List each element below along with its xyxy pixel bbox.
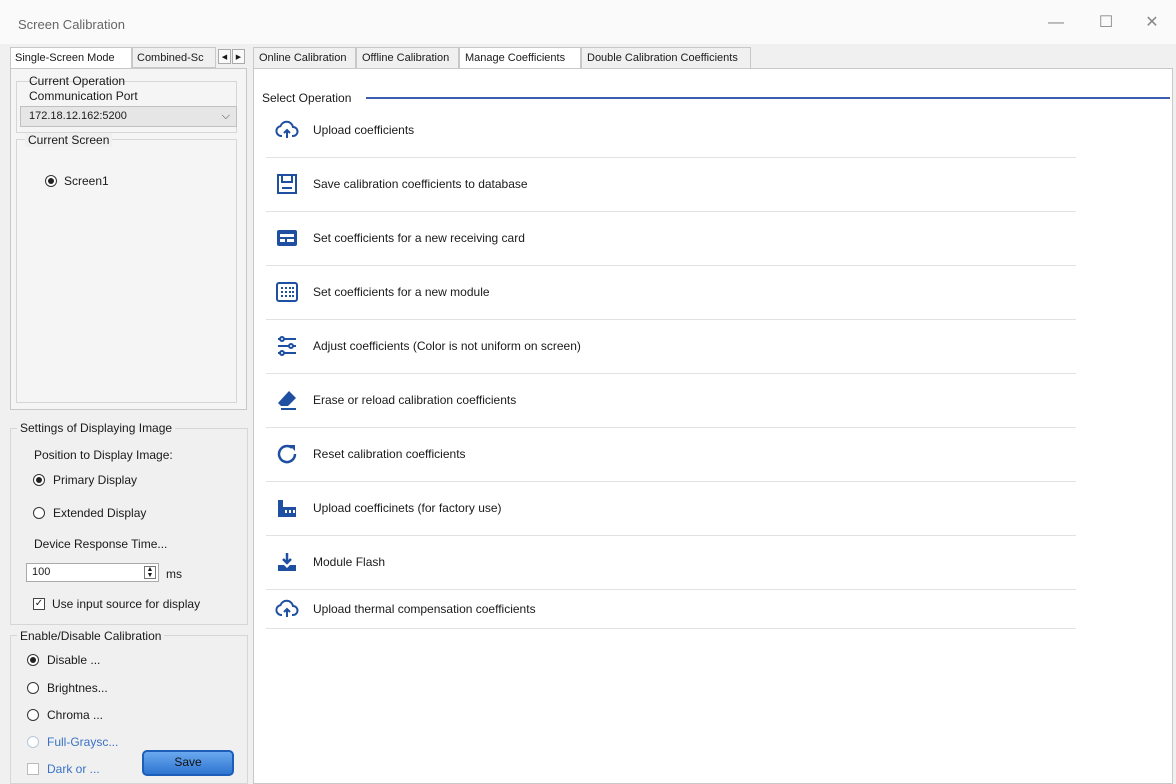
cloud-upload-icon [275, 118, 299, 142]
op-label: Set coefficients for a new receiving car… [313, 231, 525, 245]
title-bar: Screen Calibration — ☐ ✕ [0, 0, 1176, 44]
maximize-button[interactable]: ☐ [1092, 10, 1120, 36]
chroma-label: Chroma ... [47, 708, 104, 722]
op-new-receiving-card[interactable]: Set coefficients for a new receiving car… [266, 211, 1076, 266]
op-erase-reload[interactable]: Erase or reload calibration coefficients [266, 373, 1076, 428]
tab-offline-calibration[interactable]: Offline Calibration [356, 47, 459, 68]
brightness-radio[interactable] [27, 682, 39, 694]
response-time-value: 100 [32, 566, 51, 578]
current-screen-label: Current Screen [25, 133, 113, 147]
op-label: Reset calibration coefficients [313, 447, 466, 461]
eraser-icon [275, 388, 299, 412]
display-settings-label: Settings of Displaying Image [17, 421, 176, 435]
full-grayscale-label: Full-Graysc... [47, 735, 119, 749]
tab-manage-coefficients[interactable]: Manage Coefficients [459, 47, 581, 69]
op-upload-coefficients[interactable]: Upload coefficients [266, 103, 1076, 158]
op-label: Adjust coefficients (Color is not unifor… [313, 339, 581, 353]
op-save-to-database[interactable]: Save calibration coefficients to databas… [266, 157, 1076, 212]
op-label: Save calibration coefficients to databas… [313, 177, 528, 191]
tab-online-calibration[interactable]: Online Calibration [253, 47, 356, 68]
section-divider [366, 97, 1170, 99]
tab-single-screen-mode[interactable]: Single-Screen Mode [10, 47, 132, 70]
right-tab-strip: Online Calibration Offline Calibration M… [253, 47, 1173, 69]
close-button[interactable]: ✕ [1138, 10, 1166, 36]
save-button[interactable]: Save [142, 750, 234, 776]
op-module-flash[interactable]: Module Flash [266, 535, 1076, 590]
op-label: Erase or reload calibration coefficients [313, 393, 517, 407]
tab-double-calibration-coefficients[interactable]: Double Calibration Coefficients [581, 47, 751, 68]
dark-checkbox [27, 763, 39, 775]
response-time-label: Device Response Time... [34, 537, 168, 551]
window-title: Screen Calibration [18, 17, 125, 32]
chevron-down-icon: ⌵ [221, 110, 230, 122]
use-input-source-checkbox[interactable]: ✓ [33, 598, 45, 610]
download-flash-icon [275, 550, 299, 574]
screen1-radio[interactable] [45, 175, 57, 187]
position-label: Position to Display Image: [34, 448, 173, 462]
op-upload-thermal[interactable]: Upload thermal compensation coefficients [266, 589, 1076, 629]
sliders-icon [275, 334, 299, 358]
module-grid-icon [275, 280, 299, 304]
left-tab-strip: Single-Screen Mode Combined-Sc ◀ ▶ [10, 47, 248, 70]
communication-port-select[interactable]: 172.18.12.162:5200 ⌵ [20, 106, 237, 127]
save-icon [275, 172, 299, 196]
minimize-button[interactable]: — [1042, 10, 1070, 36]
brightness-label: Brightnes... [47, 681, 108, 695]
tab-scroll-left-button[interactable]: ◀ [218, 49, 231, 64]
extended-display-radio[interactable] [33, 507, 45, 519]
response-unit: ms [166, 567, 182, 581]
response-time-input[interactable]: 100 ▲ ▼ [26, 563, 159, 582]
disable-radio[interactable] [27, 654, 39, 666]
calibration-group-label: Enable/Disable Calibration [17, 629, 165, 643]
spin-arrows-icon[interactable]: ▲ ▼ [144, 566, 156, 579]
disable-label: Disable ... [47, 653, 101, 667]
factory-icon [275, 496, 299, 520]
current-operation-label: Current Operation [29, 74, 126, 88]
dark-label: Dark or ... [47, 762, 100, 776]
op-new-module[interactable]: Set coefficients for a new module [266, 265, 1076, 320]
op-label: Upload thermal compensation coefficients [313, 601, 536, 616]
cloud-upload-icon [275, 597, 299, 621]
extended-display-label: Extended Display [53, 506, 147, 520]
op-reset-coefficients[interactable]: Reset calibration coefficients [266, 427, 1076, 482]
use-input-source-label: Use input source for display [52, 597, 201, 611]
chroma-radio[interactable] [27, 709, 39, 721]
primary-display-radio[interactable] [33, 474, 45, 486]
op-label: Module Flash [313, 555, 386, 569]
tab-combined-screen[interactable]: Combined-Sc [132, 47, 216, 68]
op-upload-factory[interactable]: Upload coefficinets (for factory use) [266, 481, 1076, 536]
reset-icon [275, 442, 299, 466]
receiving-card-icon [275, 226, 299, 250]
tab-scroll-right-button[interactable]: ▶ [232, 49, 245, 64]
full-grayscale-radio [27, 736, 39, 748]
op-label: Set coefficients for a new module [313, 285, 490, 299]
communication-port-value: 172.18.12.162:5200 [29, 110, 127, 122]
op-label: Upload coefficients [313, 123, 415, 137]
screen1-label: Screen1 [64, 174, 109, 188]
primary-display-label: Primary Display [53, 473, 138, 487]
op-label: Upload coefficinets (for factory use) [313, 501, 502, 515]
communication-port-label: Communication Port [29, 89, 138, 103]
op-adjust-coefficients[interactable]: Adjust coefficients (Color is not unifor… [266, 319, 1076, 374]
